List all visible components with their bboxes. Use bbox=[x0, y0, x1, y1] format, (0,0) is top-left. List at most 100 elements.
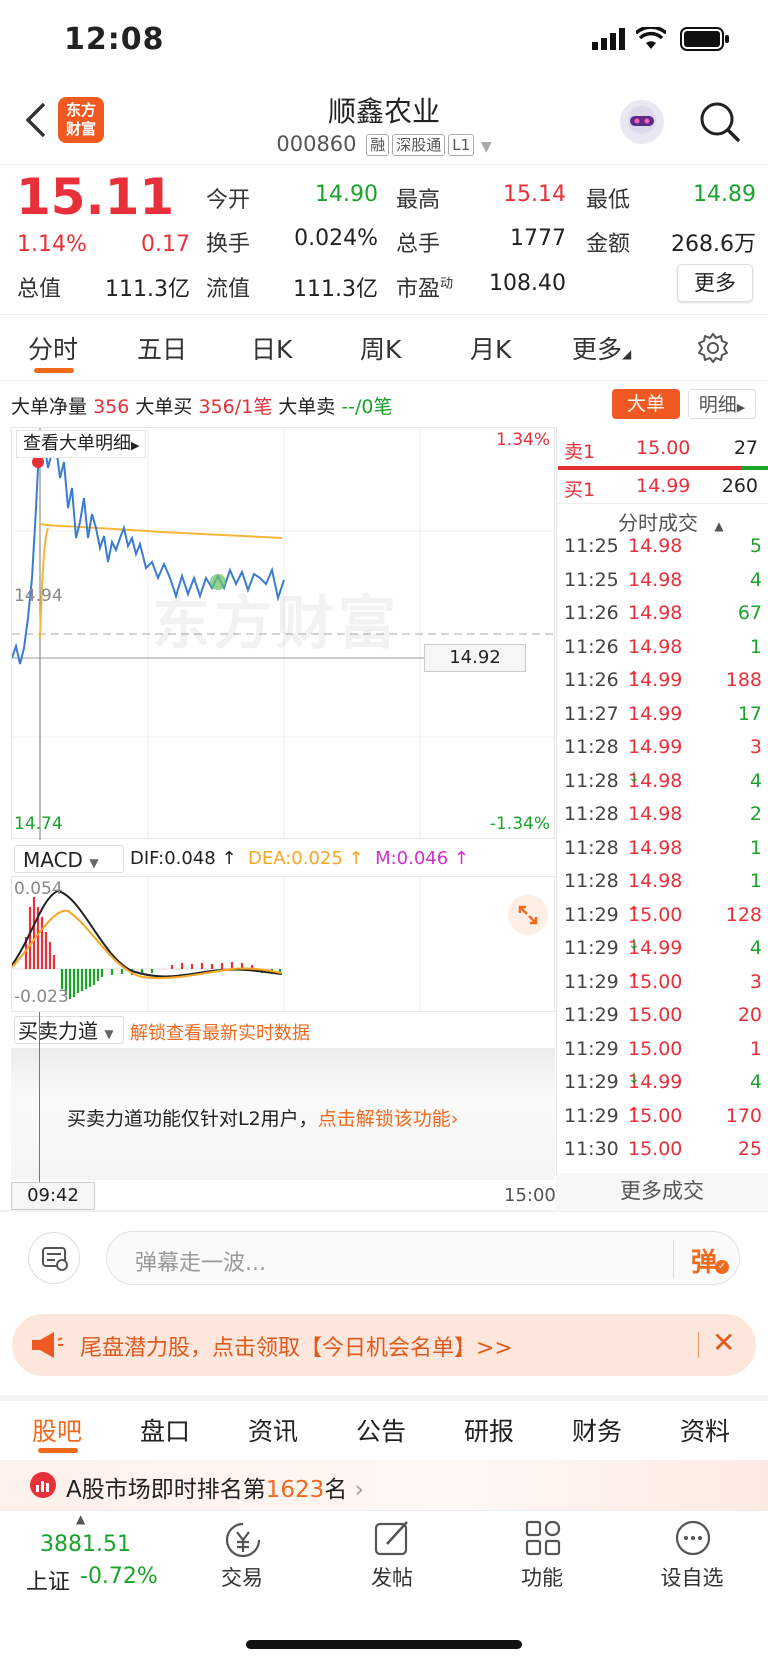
trade-volume: 5 bbox=[749, 535, 762, 557]
trades-title[interactable]: 分时成交 ▲ bbox=[618, 507, 724, 536]
intraday-chart[interactable]: 东方财富 查看大单明细▶ 1.34% 14.94 14.92 14.74 -1.… bbox=[11, 427, 556, 840]
trade-row: 11:28 14.99 3 bbox=[564, 736, 762, 758]
cursor-price-label: 14.92 bbox=[424, 644, 526, 672]
chart-settings-gear-icon[interactable] bbox=[697, 332, 729, 368]
tab-five-day[interactable]: 五日 bbox=[137, 330, 187, 366]
macd-dif: DIF:0.048 ↑ bbox=[130, 848, 237, 869]
nav-post[interactable]: 发帖 bbox=[342, 1562, 442, 1592]
trade-volume: 1 bbox=[749, 836, 762, 859]
trade-icon[interactable] bbox=[223, 1520, 263, 1564]
sell1-volume: 27 bbox=[733, 437, 758, 459]
robot-assistant-icon[interactable] bbox=[620, 100, 664, 144]
tab-announcements[interactable]: 公告 bbox=[356, 1412, 406, 1448]
trade-time: 11:29 bbox=[564, 1104, 619, 1127]
current-price: 15.11 bbox=[16, 168, 175, 226]
amount-label: 金额 bbox=[586, 232, 631, 257]
trade-time: 11:28 bbox=[564, 803, 619, 825]
tab-daily-k[interactable]: 日K bbox=[251, 330, 292, 366]
trade-row: 11:30 15.00 25 bbox=[564, 1138, 762, 1160]
ranking-suffix: 名 bbox=[324, 1477, 348, 1503]
tab-more[interactable]: 更多◢ bbox=[572, 330, 631, 366]
trade-time: 11:28 bbox=[564, 736, 619, 758]
danmaku-toggle-icon[interactable] bbox=[28, 1232, 80, 1284]
banner-close-icon[interactable]: ✕ bbox=[712, 1326, 735, 1359]
tab-forum[interactable]: 股吧 bbox=[32, 1412, 82, 1448]
battery-icon bbox=[680, 27, 730, 55]
tab-profile[interactable]: 资料 bbox=[680, 1412, 730, 1448]
signal-icon bbox=[592, 28, 626, 54]
tag-connect: 深股通 bbox=[392, 134, 446, 156]
index-widget[interactable]: ▲ 3881.51 上证 -0.72% bbox=[0, 1512, 170, 1595]
tab-weekly-k[interactable]: 周K bbox=[360, 330, 401, 366]
add-watchlist-icon[interactable] bbox=[673, 1518, 713, 1562]
open-value: 14.90 bbox=[315, 182, 378, 207]
index-change: -0.72% bbox=[80, 1564, 158, 1589]
trade-volume: 188 bbox=[725, 669, 762, 691]
status-time: 12:08 bbox=[64, 22, 165, 57]
trade-row: 11:26 14.98 1 bbox=[564, 635, 762, 658]
promo-banner[interactable]: 尾盘潜力股，点击领取【今日机会名单】>> ✕ bbox=[12, 1314, 756, 1376]
more-button[interactable]: 更多 bbox=[677, 264, 753, 302]
home-indicator bbox=[246, 1640, 522, 1649]
detail-button[interactable]: 明细▶ bbox=[688, 389, 756, 419]
danmaku-input[interactable]: 弹幕走一波... 弹 ✓ bbox=[106, 1231, 740, 1285]
force-unlock-hint[interactable]: 解锁查看最新实时数据 bbox=[130, 1019, 310, 1045]
search-icon[interactable] bbox=[698, 100, 742, 148]
ranking-row[interactable]: A股市场即时排名第1623名 › bbox=[0, 1460, 768, 1510]
tab-intraday-underline bbox=[34, 368, 74, 373]
tab-market-depth[interactable]: 盘口 bbox=[140, 1412, 190, 1448]
trade-time: 11:28 bbox=[564, 769, 619, 792]
trade-volume: 4 bbox=[749, 937, 762, 959]
more-trades-button[interactable]: 更多成交 bbox=[556, 1173, 768, 1209]
trade-time: 11:29 bbox=[564, 1037, 619, 1060]
trade-volume: 20 bbox=[737, 1004, 762, 1026]
trade-row: 11:29 15.00 20 bbox=[564, 1004, 762, 1026]
macd-top-label: 0.054 bbox=[14, 879, 63, 899]
force-selector[interactable]: 买卖力道 ▼ bbox=[14, 1016, 124, 1044]
sell1-label: 卖1 bbox=[564, 441, 596, 463]
tab-news[interactable]: 资讯 bbox=[248, 1412, 298, 1448]
buy1-label: 买1 bbox=[564, 479, 596, 501]
send-check-icon: ✓ bbox=[715, 1260, 729, 1274]
tab-research[interactable]: 研报 bbox=[464, 1412, 514, 1448]
macd-bottom-label: -0.023 bbox=[14, 987, 69, 1007]
low-label: 最低 bbox=[586, 188, 631, 213]
trade-row: 11:29 15.00 ↑ 3 bbox=[564, 970, 762, 993]
nav-add-watchlist[interactable]: 设自选 bbox=[642, 1562, 742, 1592]
volume-label: 总手 bbox=[396, 232, 441, 257]
trade-volume: 2 bbox=[749, 803, 762, 825]
trade-time: 11:27 bbox=[564, 702, 619, 725]
tab-finance[interactable]: 财务 bbox=[572, 1412, 622, 1448]
macd-selector[interactable]: MACD ▼ bbox=[14, 845, 124, 873]
trade-volume: 3 bbox=[749, 736, 762, 758]
big-order-button[interactable]: 大单 bbox=[612, 389, 680, 419]
trade-row: 11:25 14.98 4 bbox=[564, 568, 762, 591]
view-big-order-detail-link[interactable]: 查看大单明细▶ bbox=[16, 430, 147, 458]
index-name: 上证 bbox=[26, 1570, 71, 1595]
tab-intraday[interactable]: 分时 bbox=[28, 330, 78, 366]
trade-volume: 1 bbox=[749, 870, 762, 892]
wifi-icon bbox=[634, 25, 668, 55]
macd-chart[interactable]: 0.054 -0.023 bbox=[11, 876, 555, 1013]
force-panel: 买卖力道功能仅针对L2用户，点击解锁该功能› bbox=[11, 1048, 555, 1180]
content-tabs: 股吧 盘口 资讯 公告 研报 财务 资料 bbox=[0, 1404, 768, 1454]
trade-time: 11:26 bbox=[564, 602, 619, 624]
trade-volume: 3 bbox=[749, 970, 762, 993]
turnover-label: 换手 bbox=[206, 232, 251, 257]
functions-grid-icon[interactable] bbox=[523, 1518, 563, 1562]
nav-functions[interactable]: 功能 bbox=[492, 1562, 592, 1592]
nav-trade[interactable]: 交易 bbox=[192, 1562, 292, 1592]
tab-forum-underline bbox=[38, 1448, 78, 1453]
trade-volume: 170 bbox=[725, 1104, 762, 1127]
buy1-volume: 260 bbox=[721, 475, 758, 497]
l2-notice[interactable]: 买卖力道功能仅针对L2用户，点击解锁该功能› bbox=[67, 1104, 458, 1131]
high-value: 15.14 bbox=[503, 182, 566, 207]
compose-post-icon[interactable] bbox=[373, 1518, 413, 1562]
amount-value: 268.6万 bbox=[671, 232, 756, 257]
tab-monthly-k[interactable]: 月K bbox=[470, 330, 511, 366]
bid-ask-ratio-bar bbox=[558, 466, 768, 470]
danmaku-send-button[interactable]: 弹 bbox=[691, 1242, 717, 1279]
megaphone-icon bbox=[32, 1332, 63, 1358]
expand-chart-icon[interactable] bbox=[508, 895, 548, 935]
trade-row: 11:26 14.98 67 bbox=[564, 602, 762, 624]
